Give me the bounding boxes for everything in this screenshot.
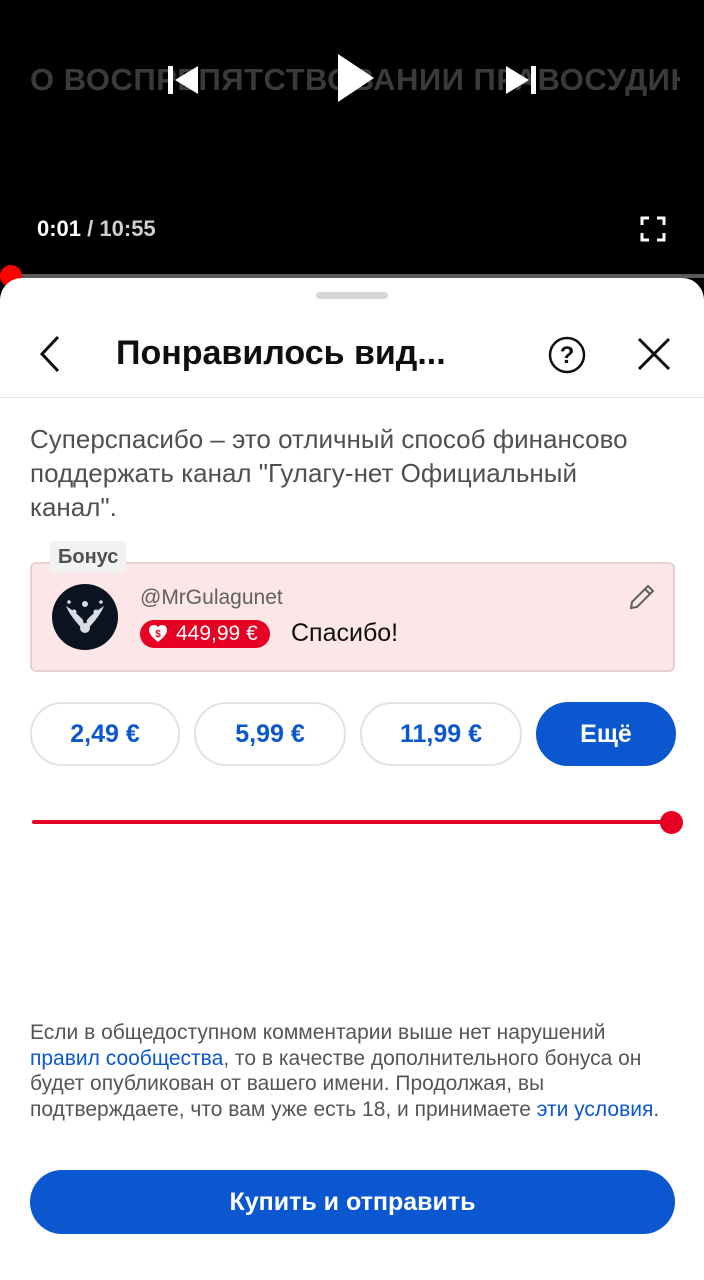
close-icon — [637, 337, 671, 371]
next-icon — [506, 66, 536, 94]
more-amounts-button[interactable]: Ещё — [536, 702, 676, 766]
amount-chip-value: 449,99 € — [176, 622, 258, 645]
amount-chip: $ 449,99 € — [140, 620, 270, 648]
close-button[interactable] — [636, 336, 672, 377]
time-separator: / — [81, 216, 100, 241]
sheet-description: Суперспасибо – это отличный способ финан… — [30, 424, 628, 522]
previous-button[interactable] — [166, 62, 200, 98]
bonus-tag: Бонус — [50, 541, 127, 573]
help-button[interactable]: ? — [548, 336, 586, 379]
svg-text:$: $ — [155, 629, 161, 640]
sheet-title: Понравилось вид... — [116, 334, 446, 372]
amount-option-2[interactable]: 5,99 € — [194, 702, 346, 766]
edit-pencil-icon — [629, 584, 655, 610]
super-thanks-icon: $ — [148, 624, 168, 644]
amount-slider-track[interactable] — [32, 820, 672, 824]
sheet-header: Понравилось вид... ? — [0, 314, 704, 398]
amount-options: 2,49 € 5,99 € 11,99 € Ещё — [0, 702, 704, 766]
terms-link[interactable]: эти условия — [537, 1098, 654, 1121]
buy-and-send-button[interactable]: Купить и отправить — [30, 1170, 675, 1234]
next-button[interactable] — [504, 62, 538, 98]
amount-option-1[interactable]: 2,49 € — [30, 702, 180, 766]
video-player[interactable]: О ВОСПРЕПЯТСТВОВАНИИ ПРАВОСУДИЮ 0:01 / 1… — [0, 0, 704, 287]
disclaimer-part-1: Если в общедоступном комментарии выше не… — [30, 1021, 606, 1044]
community-guidelines-link[interactable]: правил сообщества — [30, 1047, 223, 1070]
fullscreen-icon — [640, 216, 666, 242]
disclaimer-part-3: . — [653, 1097, 660, 1121]
sheet-drag-handle[interactable] — [316, 292, 388, 299]
play-button[interactable] — [334, 52, 376, 104]
back-icon — [39, 335, 60, 373]
edit-comment-button[interactable] — [627, 582, 657, 617]
fullscreen-button[interactable] — [640, 216, 666, 247]
comment-preview: @MrGulagunet $ 449,99 € Спасибо! — [30, 562, 675, 672]
comment-handle: @MrGulagunet — [140, 586, 283, 609]
duration: 10:55 — [99, 216, 156, 241]
avatar — [52, 584, 118, 650]
play-icon — [338, 54, 374, 102]
amount-slider-thumb[interactable] — [660, 811, 683, 834]
amount-option-3[interactable]: 11,99 € — [360, 702, 522, 766]
back-button[interactable] — [36, 334, 64, 379]
current-time: 0:01 — [37, 216, 82, 241]
svg-text:?: ? — [560, 342, 575, 369]
previous-icon — [168, 66, 198, 94]
disclaimer-text: Если в общедоступном комментарии выше не… — [30, 1020, 678, 1122]
channel-logo-icon — [66, 600, 104, 633]
comment-message: Спасибо! — [291, 619, 399, 647]
super-thanks-sheet: Понравилось вид... ? Суперспасибо – это … — [0, 278, 704, 1280]
help-icon: ? — [548, 336, 586, 374]
time-display: 0:01 / 10:55 — [37, 216, 156, 242]
